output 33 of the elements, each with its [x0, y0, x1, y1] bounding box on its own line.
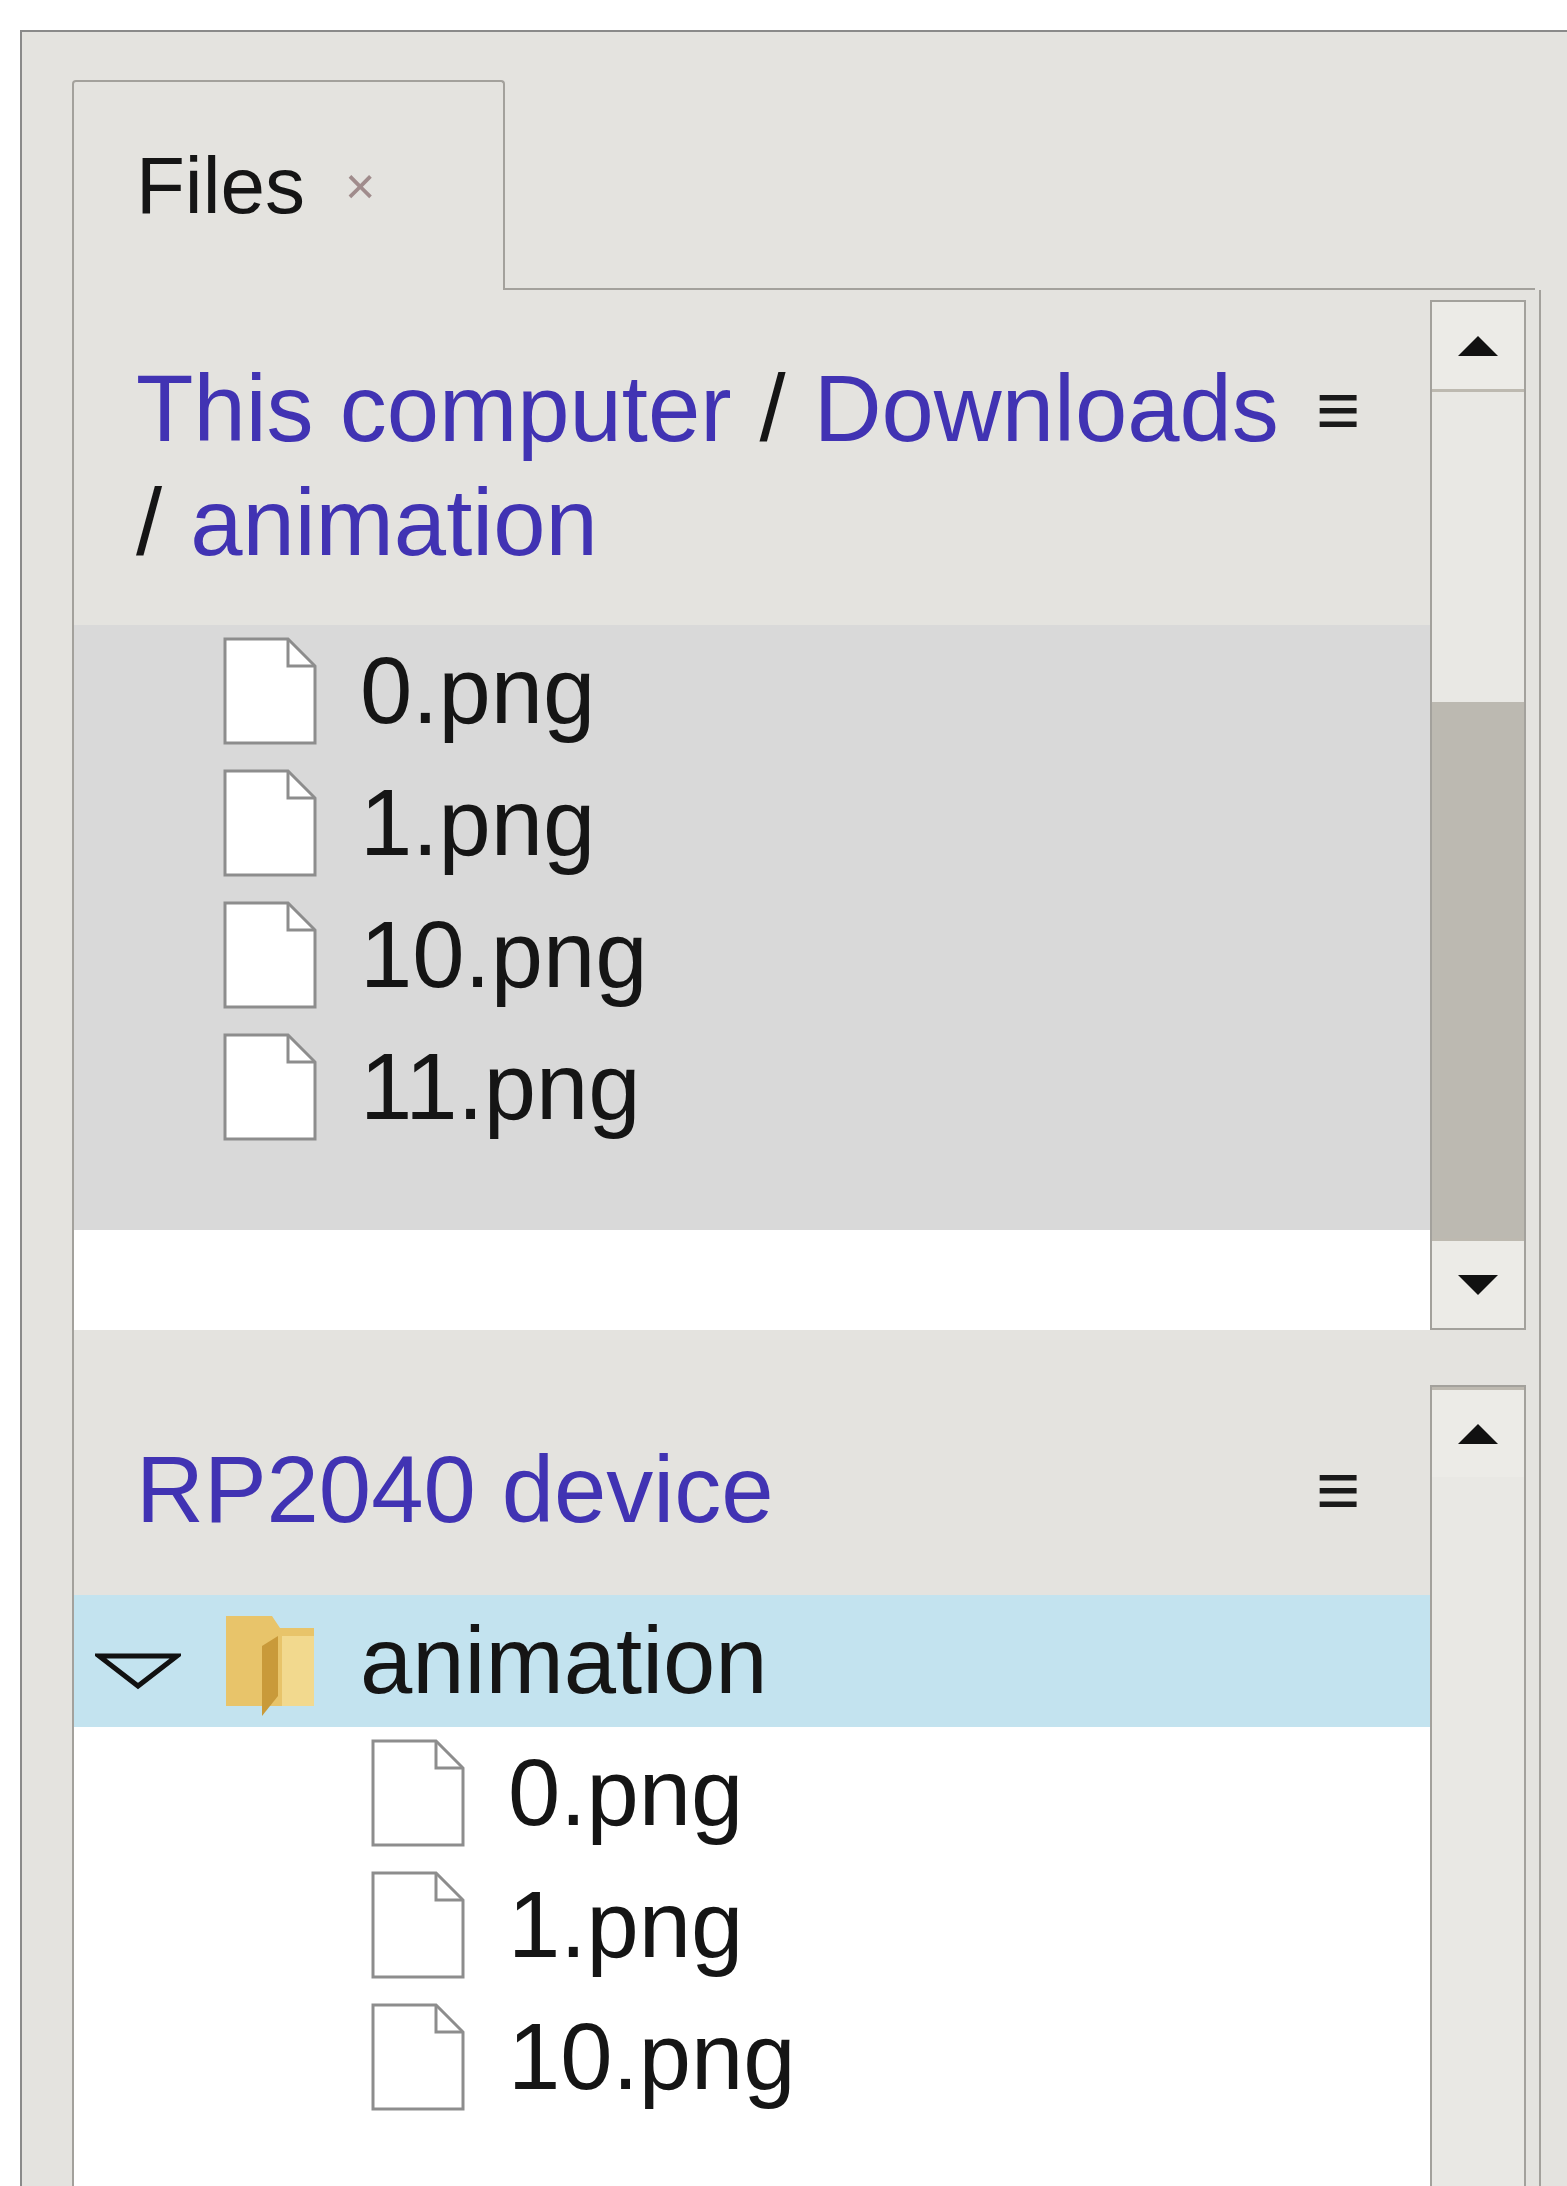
file-icon: [222, 768, 318, 878]
path-link[interactable]: animation: [190, 466, 598, 580]
file-icon: [222, 900, 318, 1010]
tree-row[interactable]: 10.png: [74, 1991, 1430, 2123]
scrollbar[interactable]: [1430, 1385, 1526, 2186]
scrollbar[interactable]: [1430, 300, 1526, 1330]
file-name[interactable]: 10.png: [360, 901, 648, 1009]
file-icon: [222, 1032, 318, 1142]
up-arrow-icon: [1458, 335, 1498, 356]
path-separator: /: [759, 355, 786, 463]
menu-icon[interactable]: ≡: [1315, 372, 1360, 448]
scrollbar-thumb[interactable]: [1432, 392, 1524, 702]
menu-icon[interactable]: ≡: [1315, 1452, 1360, 1528]
file-icon: [370, 1738, 466, 1848]
file-icon: [370, 1870, 466, 1980]
device-title[interactable]: RP2040 device: [136, 1433, 774, 1547]
path-separator: /: [136, 469, 163, 577]
file-name[interactable]: 11.png: [360, 1033, 641, 1141]
tree-row[interactable]: 1.png: [74, 1859, 1430, 1991]
scroll-up-button[interactable]: [1432, 302, 1524, 392]
file-icon: [222, 636, 318, 746]
file-icon: [370, 2002, 466, 2112]
scroll-down-button[interactable]: [1432, 1238, 1524, 1328]
tree-row[interactable]: animation: [74, 1595, 1430, 1727]
up-arrow-icon: [1458, 1423, 1498, 1444]
path-link[interactable]: Downloads: [813, 352, 1279, 466]
files-tab[interactable]: Files ×: [72, 80, 505, 290]
tree-row[interactable]: 0.png: [74, 1727, 1430, 1859]
file-name[interactable]: 1.png: [360, 769, 596, 877]
down-arrow-icon: [1458, 1274, 1498, 1295]
tab-label: Files: [136, 140, 305, 232]
file-name[interactable]: 0.png: [360, 637, 596, 745]
path-link[interactable]: This computer: [136, 352, 732, 466]
